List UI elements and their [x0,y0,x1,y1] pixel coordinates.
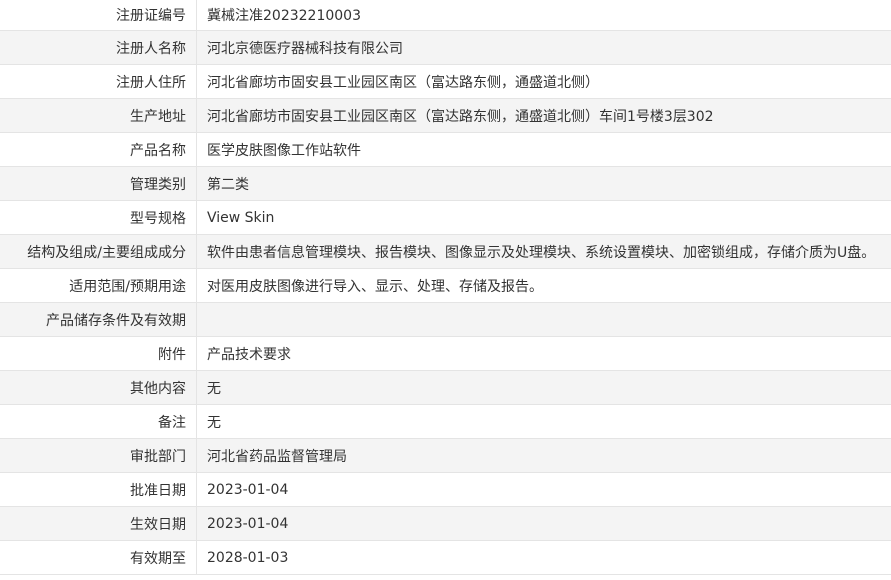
field-label-intended-use: 适用范围/预期用途 [0,268,197,303]
field-value-model-spec: View Skin [196,200,891,235]
field-value-registrant-address: 河北省廊坊市固安县工业园区南区（富达路东侧，通盛道北侧） [196,64,891,99]
field-value-product-name: 医学皮肤图像工作站软件 [196,132,891,167]
field-label-registrant-address: 注册人住所 [0,64,197,99]
field-label-attachment: 附件 [0,336,197,371]
field-label-product-name: 产品名称 [0,132,197,167]
table-row: 其他内容 无 [0,370,891,405]
field-label-management-class: 管理类别 [0,166,197,201]
field-label-approval-date: 批准日期 [0,472,197,507]
field-label-registrant-name: 注册人名称 [0,30,197,65]
field-value-registration-no: 冀械注准20232210003 [196,0,891,31]
field-value-intended-use: 对医用皮肤图像进行导入、显示、处理、存储及报告。 [196,268,891,303]
field-label-approval-department: 审批部门 [0,438,197,473]
field-value-production-address: 河北省廊坊市固安县工业园区南区（富达路东侧，通盛道北侧）车间1号楼3层302 [196,98,891,133]
table-row: 管理类别 第二类 [0,166,891,201]
field-label-structure-composition: 结构及组成/主要组成成分 [0,234,197,269]
field-value-approval-department: 河北省药品监督管理局 [196,438,891,473]
field-value-effective-date: 2023-01-04 [196,506,891,541]
table-row: 结构及组成/主要组成成分 软件由患者信息管理模块、报告模块、图像显示及处理模块、… [0,234,891,269]
field-value-other-content: 无 [196,370,891,405]
field-value-remarks: 无 [196,404,891,439]
table-row: 备注 无 [0,404,891,439]
field-value-storage-validity [196,302,891,337]
table-row: 产品储存条件及有效期 [0,302,891,337]
field-label-valid-until: 有效期至 [0,540,197,575]
table-row: 生效日期 2023-01-04 [0,506,891,541]
field-value-attachment: 产品技术要求 [196,336,891,371]
field-value-approval-date: 2023-01-04 [196,472,891,507]
field-label-effective-date: 生效日期 [0,506,197,541]
field-label-remarks: 备注 [0,404,197,439]
table-row: 审批部门 河北省药品监督管理局 [0,438,891,473]
field-value-structure-composition: 软件由患者信息管理模块、报告模块、图像显示及处理模块、系统设置模块、加密锁组成，… [196,234,891,269]
field-value-registrant-name: 河北京德医疗器械科技有限公司 [196,30,891,65]
field-label-production-address: 生产地址 [0,98,197,133]
table-row: 附件 产品技术要求 [0,336,891,371]
field-value-valid-until: 2028-01-03 [196,540,891,575]
table-row: 有效期至 2028-01-03 [0,540,891,575]
registration-detail-table: 注册证编号 冀械注准20232210003 注册人名称 河北京德医疗器械科技有限… [0,0,891,575]
table-row: 注册证编号 冀械注准20232210003 [0,0,891,31]
table-row: 注册人名称 河北京德医疗器械科技有限公司 [0,30,891,65]
field-label-model-spec: 型号规格 [0,200,197,235]
table-row: 生产地址 河北省廊坊市固安县工业园区南区（富达路东侧，通盛道北侧）车间1号楼3层… [0,98,891,133]
table-row: 产品名称 医学皮肤图像工作站软件 [0,132,891,167]
field-label-registration-no: 注册证编号 [0,0,197,31]
field-label-other-content: 其他内容 [0,370,197,405]
table-row: 批准日期 2023-01-04 [0,472,891,507]
table-row: 注册人住所 河北省廊坊市固安县工业园区南区（富达路东侧，通盛道北侧） [0,64,891,99]
field-value-management-class: 第二类 [196,166,891,201]
field-label-storage-validity: 产品储存条件及有效期 [0,302,197,337]
table-row: 型号规格 View Skin [0,200,891,235]
table-row: 适用范围/预期用途 对医用皮肤图像进行导入、显示、处理、存储及报告。 [0,268,891,303]
